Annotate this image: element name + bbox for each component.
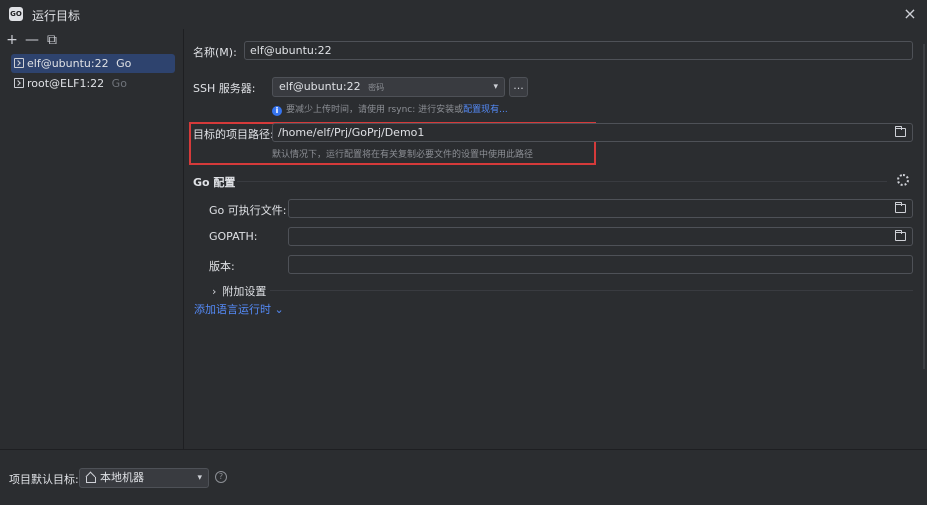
gear-icon[interactable]: [897, 174, 909, 186]
target-name: elf@ubuntu:22: [27, 57, 109, 70]
project-path-value: /home/elf/Prj/GoPrj/Demo1: [278, 126, 425, 139]
go-config-heading: Go 配置: [193, 176, 236, 189]
section-divider: [270, 290, 913, 291]
add-runtime-label: 添加语言运行时: [194, 303, 271, 316]
targets-sidebar: + — ⧉ elf@ubuntu:22 Go root@ELF1:22 Go: [0, 29, 184, 449]
terminal-icon: [14, 58, 24, 68]
project-path-label: 目标的项目路径:: [193, 128, 274, 141]
ssh-server-value: elf@ubuntu:22: [279, 80, 361, 93]
ssh-config-button[interactable]: ...: [509, 77, 528, 97]
chevron-right-icon: ›: [212, 285, 217, 298]
extra-settings-expander[interactable]: › 附加设置: [212, 283, 266, 299]
target-name: root@ELF1:22: [27, 77, 105, 90]
project-path-hint: 默认情况下，运行配置将在有关复制必要文件的设置中使用此路径: [272, 150, 534, 160]
close-icon[interactable]: ×: [901, 5, 919, 23]
version-input[interactable]: [288, 255, 913, 274]
extra-settings-label: 附加设置: [222, 285, 267, 298]
folder-icon[interactable]: [895, 230, 906, 241]
ssh-server-dropdown[interactable]: elf@ubuntu:22 密码 ▾: [272, 77, 505, 97]
target-type: Go: [111, 77, 127, 90]
window-title: 运行目标: [32, 9, 81, 23]
copy-icon[interactable]: ⧉: [45, 33, 59, 48]
version-label: 版本:: [209, 260, 235, 273]
chevron-down-icon: ▾: [493, 82, 498, 92]
terminal-icon: [14, 78, 24, 88]
rsync-info-text: 要减少上传时间，请使用 rsync: 进行安装或: [286, 105, 464, 115]
default-target-dropdown[interactable]: 本地机器 ▾: [79, 468, 209, 488]
home-icon: [85, 473, 96, 483]
folder-icon[interactable]: [895, 202, 906, 213]
gopath-input[interactable]: [288, 227, 913, 246]
gopath-label: GOPATH:: [209, 230, 258, 243]
target-settings-panel: 名称(M): elf@ubuntu:22 SSH 服务器: elf@ubuntu…: [185, 29, 927, 449]
configure-existing-link[interactable]: 配置现有...: [463, 105, 508, 115]
footer-bar: 项目默认目标: 本地机器 ▾ ?: [0, 449, 927, 505]
folder-icon[interactable]: [895, 126, 906, 137]
rsync-info: i 要减少上传时间，请使用 rsync: 进行安装或配置现有...: [272, 102, 508, 116]
target-item-elf-ubuntu[interactable]: elf@ubuntu:22 Go: [11, 54, 175, 73]
ssh-server-label: SSH 服务器:: [193, 82, 256, 95]
default-target-label: 项目默认目标:: [9, 473, 79, 486]
add-language-runtime-link[interactable]: 添加语言运行时 ⌄: [194, 301, 284, 317]
info-icon: i: [272, 106, 282, 116]
go-exec-input[interactable]: [288, 199, 913, 218]
add-icon[interactable]: +: [5, 33, 19, 48]
help-icon[interactable]: ?: [215, 471, 227, 483]
section-divider: [237, 181, 887, 182]
title-bar: GO 运行目标 ×: [0, 0, 927, 29]
target-item-root-elf1[interactable]: root@ELF1:22 Go: [11, 74, 175, 93]
chevron-down-icon: ⌄: [274, 303, 284, 316]
scrollbar[interactable]: [923, 44, 925, 369]
chevron-down-icon: ▾: [197, 473, 202, 483]
default-target-value: 本地机器: [100, 471, 144, 484]
target-type: Go: [116, 57, 132, 70]
go-app-icon: GO: [9, 7, 23, 21]
project-path-input[interactable]: /home/elf/Prj/GoPrj/Demo1: [272, 123, 913, 142]
go-exec-label: Go 可执行文件:: [209, 204, 287, 217]
ssh-auth-type: 密码: [368, 83, 385, 92]
name-label: 名称(M):: [193, 46, 237, 59]
name-input[interactable]: elf@ubuntu:22: [244, 41, 913, 60]
remove-icon[interactable]: —: [25, 33, 39, 48]
